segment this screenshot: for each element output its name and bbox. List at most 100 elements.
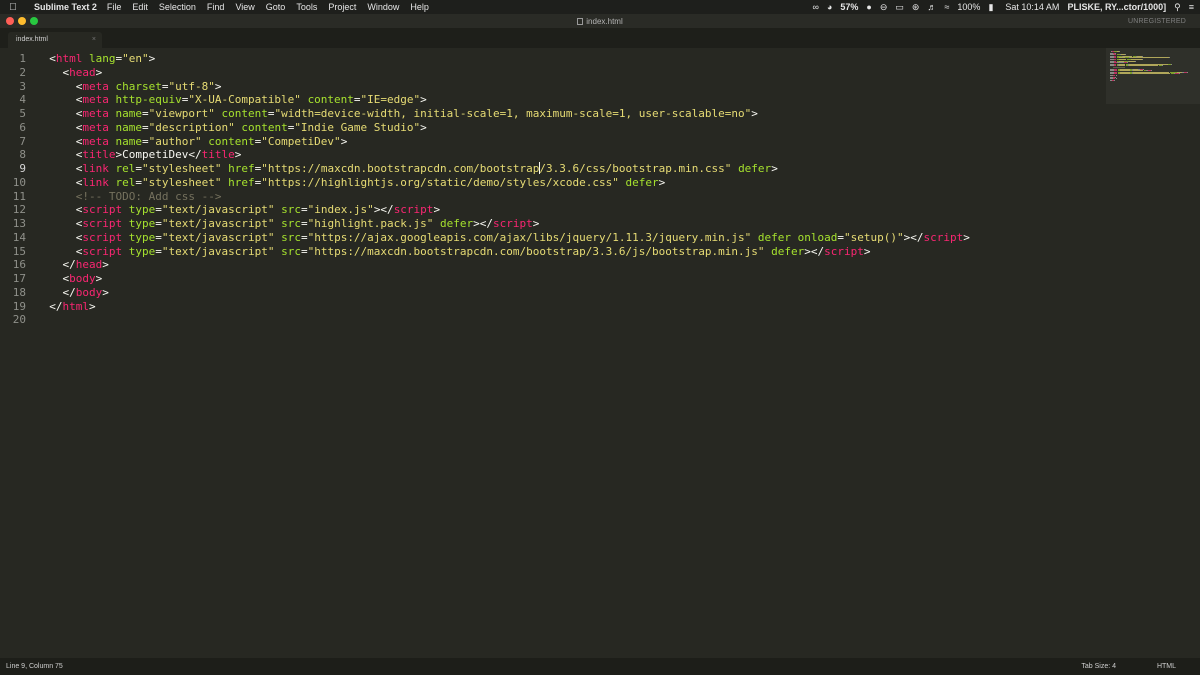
syntax-selector[interactable]: HTML bbox=[1157, 663, 1176, 670]
do-not-disturb-icon[interactable]: ⊖ bbox=[880, 2, 888, 13]
code-token: > bbox=[963, 230, 970, 244]
code-token: lang bbox=[89, 52, 116, 65]
code-token: < bbox=[36, 203, 83, 217]
line-number: 12 bbox=[12, 203, 26, 217]
minimap-mark bbox=[1132, 73, 1171, 75]
code-token: type bbox=[128, 244, 156, 258]
code-token: > bbox=[214, 79, 222, 93]
apple-icon[interactable]:  bbox=[6, 2, 20, 13]
menu-goto[interactable]: Goto bbox=[266, 2, 286, 12]
code-token: <!-- TODO: Add css --> bbox=[75, 189, 222, 203]
code-token: body bbox=[69, 272, 96, 285]
code-line[interactable]: <html lang="en"> bbox=[36, 52, 970, 66]
line-number: 11 bbox=[12, 189, 26, 203]
minimap[interactable] bbox=[1106, 48, 1200, 104]
editor-area[interactable]: 1 2 3 4 5 6 7 8 9 10 11 12 13 14 15 16 17 18 19 20 <html la… bbox=[0, 48, 1200, 658]
search-icon[interactable]: ⚲ bbox=[1174, 2, 1181, 13]
glasses-icon[interactable]: ∞ bbox=[813, 2, 819, 12]
code-line[interactable]: <meta http-equiv = "X-UA-Compatible" conte… bbox=[36, 93, 970, 107]
code-line[interactable]: <!-- TODO: Add css --> bbox=[36, 190, 970, 204]
code-token: </ bbox=[36, 258, 76, 272]
minimap-mark bbox=[1171, 63, 1173, 65]
code-token: < bbox=[36, 93, 83, 107]
list-icon[interactable]: ≡ bbox=[1189, 2, 1194, 12]
code-token: > bbox=[102, 258, 109, 272]
menu-window[interactable]: Window bbox=[367, 2, 399, 12]
line-number-gutter: 1 2 3 4 5 6 7 8 9 10 11 12 13 14 15 16 17 18 19 20 bbox=[0, 52, 26, 327]
code-token: = bbox=[155, 244, 162, 258]
code-line[interactable]: <head> bbox=[36, 66, 970, 80]
code-line[interactable]: <link rel="stylesheet" href="https://max… bbox=[36, 162, 970, 176]
menu-edit[interactable]: Edit bbox=[132, 2, 148, 12]
code-line[interactable]: </head> bbox=[36, 258, 970, 272]
code-line[interactable]: <script type="text/javascript" src="http… bbox=[36, 231, 970, 245]
menu-project[interactable]: Project bbox=[328, 2, 356, 12]
code-token: > bbox=[658, 175, 666, 189]
code-token: meta bbox=[82, 120, 109, 134]
code-token: > bbox=[420, 93, 427, 107]
status-bar: Line 9, Column 75 Tab Size: 4 HTML bbox=[0, 658, 1200, 675]
code-token: </ bbox=[36, 285, 76, 299]
menu-find[interactable]: Find bbox=[207, 2, 225, 12]
battery-charging-icon[interactable]: ▮ bbox=[988, 2, 993, 13]
user-name[interactable]: PLISKE, RY...ctor/1000] bbox=[1067, 2, 1166, 12]
code-line[interactable]: <meta name="description" content="Indie … bbox=[36, 121, 970, 135]
code-token: http-equiv bbox=[115, 93, 182, 107]
menu-selection[interactable]: Selection bbox=[159, 2, 196, 12]
menu-view[interactable]: View bbox=[235, 2, 254, 12]
code-token: > bbox=[95, 272, 103, 285]
menu-file[interactable]: File bbox=[107, 2, 122, 12]
code-token: < bbox=[36, 217, 83, 230]
code-text-area[interactable]: <html lang="en"> <head> <meta charset="u… bbox=[36, 52, 970, 327]
wifi-icon[interactable]: ≈ bbox=[944, 2, 949, 12]
close-icon[interactable]: × bbox=[92, 36, 96, 43]
code-line[interactable]: <body> bbox=[36, 272, 970, 286]
code-line[interactable]: <meta name="author" content="CompetiDev"… bbox=[36, 135, 970, 149]
minimap-mark bbox=[1114, 79, 1116, 81]
code-token: > bbox=[148, 52, 156, 65]
code-line[interactable]: <script type="text/javascript" src="high… bbox=[36, 217, 970, 231]
line-number: 18 bbox=[12, 285, 26, 299]
code-token: src bbox=[281, 230, 301, 244]
clock[interactable]: Sat 10:14 AM bbox=[1005, 2, 1059, 12]
code-token: "author" bbox=[148, 134, 202, 148]
tab-index-html[interactable]: index.html × bbox=[8, 32, 102, 48]
menu-app-name[interactable]: Sublime Text 2 bbox=[34, 2, 97, 12]
tab-size-selector[interactable]: Tab Size: 4 bbox=[1081, 663, 1116, 670]
code-token: = bbox=[135, 175, 142, 189]
code-line[interactable] bbox=[36, 313, 970, 327]
code-token: name bbox=[115, 120, 142, 134]
ellipsis-icon[interactable]: ● bbox=[866, 2, 871, 12]
menu-tools[interactable]: Tools bbox=[296, 2, 317, 12]
code-token: "text/javascript" bbox=[161, 244, 275, 258]
code-token: script bbox=[82, 244, 123, 258]
code-token: link bbox=[82, 175, 109, 189]
menu-help[interactable]: Help bbox=[410, 2, 429, 12]
code-token: "CompetiDev" bbox=[261, 134, 341, 148]
code-token: < bbox=[36, 272, 70, 285]
bluetooth-icon[interactable]: ⊛ bbox=[912, 2, 920, 13]
minimap-mark bbox=[1119, 51, 1121, 52]
code-token: "text/javascript" bbox=[161, 230, 275, 244]
line-number: 2 bbox=[19, 65, 26, 79]
code-line[interactable]: <script type="text/javascript" src="inde… bbox=[36, 203, 970, 217]
code-line[interactable]: <link rel="stylesheet" href="https://hig… bbox=[36, 176, 970, 190]
battery-icon[interactable]: ◕ bbox=[827, 2, 832, 12]
code-token: script bbox=[393, 203, 434, 217]
code-line[interactable]: </html> bbox=[36, 300, 970, 314]
airplay-icon[interactable]: ▭ bbox=[895, 2, 904, 13]
code-line[interactable]: </body> bbox=[36, 286, 970, 300]
code-token: script bbox=[493, 217, 533, 230]
code-line[interactable]: <meta name="viewport" content="width=dev… bbox=[36, 107, 970, 121]
code-line[interactable]: <meta charset="utf-8"> bbox=[36, 80, 970, 94]
code-token: meta bbox=[82, 93, 109, 107]
volume-icon[interactable]: ♬ bbox=[927, 2, 936, 12]
code-line[interactable]: <script type="text/javascript" src="http… bbox=[36, 245, 970, 259]
line-number: 17 bbox=[12, 272, 26, 285]
code-line[interactable]: <title>CompetiDev</title> bbox=[36, 148, 970, 162]
code-token: ></ bbox=[903, 230, 924, 244]
